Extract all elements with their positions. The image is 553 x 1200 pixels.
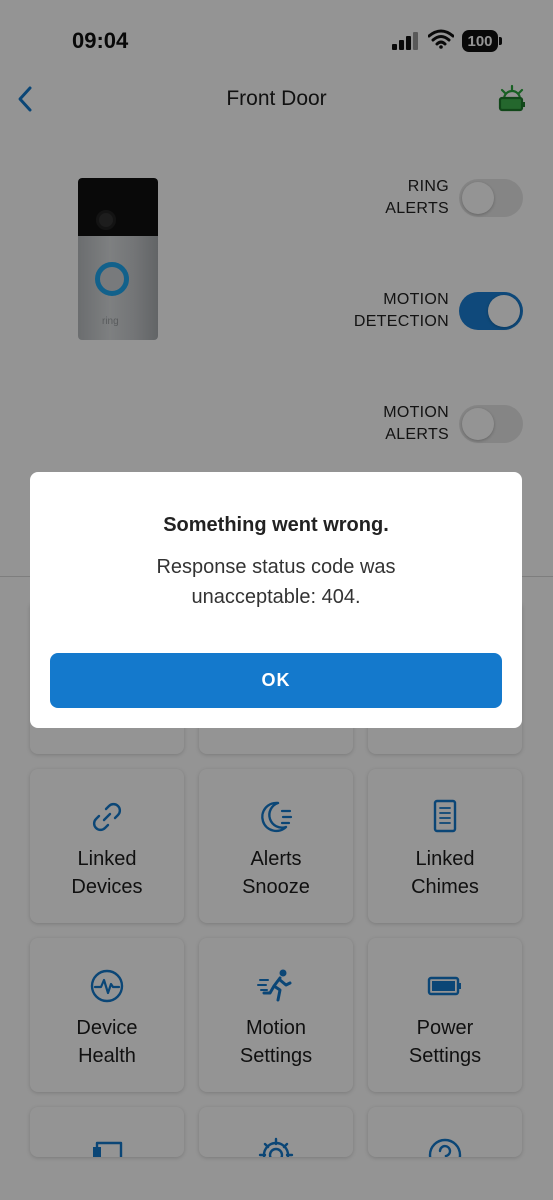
dialog-message: Response status code was unacceptable: 4… — [156, 556, 396, 608]
error-dialog: Something went wrong. Response status co… — [30, 472, 522, 728]
dialog-title: Something went wrong. — [163, 514, 389, 536]
ok-button[interactable]: OK — [50, 653, 502, 708]
